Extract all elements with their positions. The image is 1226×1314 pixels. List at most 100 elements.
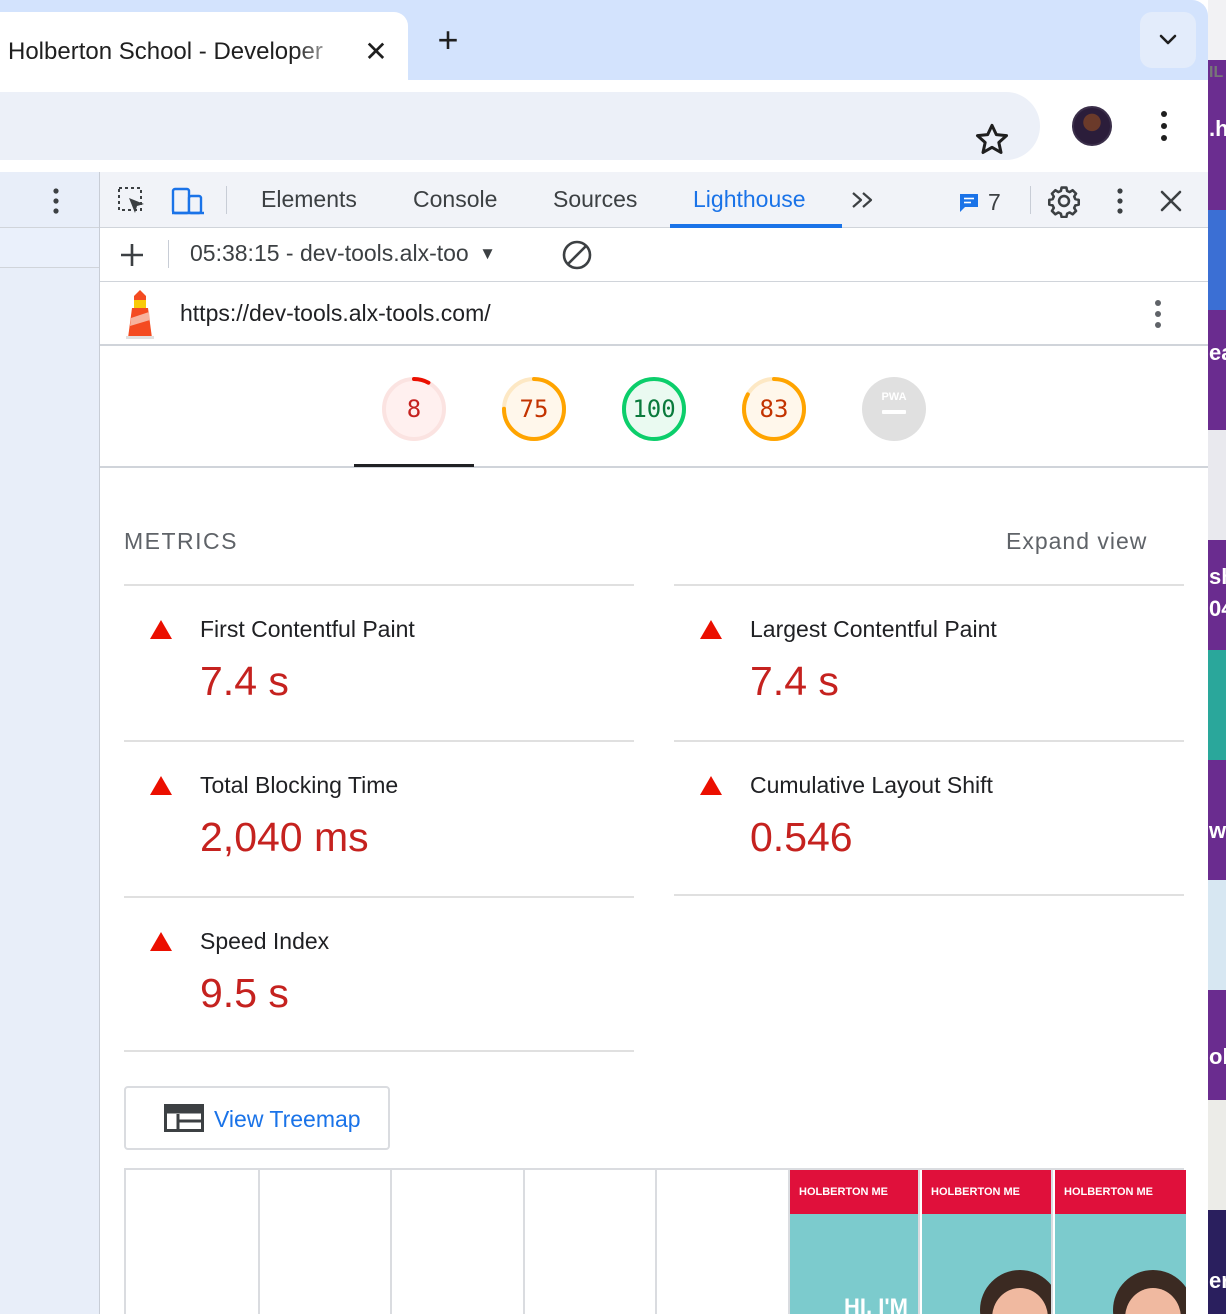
metric-total-blocking-time: Total Blocking Time 2,040 ms bbox=[124, 742, 604, 872]
close-devtools-icon[interactable] bbox=[1158, 188, 1184, 214]
bg-block bbox=[1208, 880, 1226, 990]
metric-value: 9.5 s bbox=[200, 970, 289, 1016]
tab-elements[interactable]: Elements bbox=[261, 186, 357, 213]
gauge-score: 8 bbox=[406, 395, 422, 423]
tab-close-icon[interactable]: ✕ bbox=[360, 36, 392, 68]
filmstrip-frame-screenshot: HOLBERTON ME bbox=[1055, 1170, 1186, 1314]
metric-cumulative-layout-shift: Cumulative Layout Shift 0.546 bbox=[674, 742, 1154, 872]
metric-value: 0.546 bbox=[750, 814, 853, 860]
lighthouse-logo-icon bbox=[126, 290, 154, 339]
more-tabs-icon[interactable] bbox=[850, 190, 876, 210]
report-url: https://dev-tools.alx-tools.com/ bbox=[180, 300, 491, 326]
bg-block bbox=[1208, 540, 1226, 650]
bg-fragment: wi bbox=[1209, 818, 1226, 843]
pwa-badge-text: PWA bbox=[881, 391, 906, 403]
site-header-text: HOLBERTON ME bbox=[931, 1186, 1021, 1198]
filmstrip-frame bbox=[525, 1170, 657, 1314]
filmstrip-frame bbox=[392, 1170, 525, 1314]
accessibility-gauge[interactable]: 75 bbox=[501, 376, 567, 442]
bg-block bbox=[1208, 0, 1226, 60]
inspect-element-icon[interactable] bbox=[116, 185, 148, 217]
seo-gauge[interactable]: 83 bbox=[741, 376, 807, 442]
bookmark-star-icon[interactable] bbox=[972, 120, 1012, 160]
left-pane-row bbox=[0, 228, 99, 268]
active-gauge-indicator bbox=[354, 464, 474, 467]
metric-value: 7.4 s bbox=[750, 658, 839, 704]
bg-fragment: ol bbox=[1209, 1044, 1226, 1069]
bg-block bbox=[1208, 650, 1226, 760]
browser-tab-active[interactable]: Holberton School - Developer ✕ bbox=[0, 12, 408, 82]
metric-name: Total Blocking Time bbox=[200, 772, 399, 798]
settings-gear-icon[interactable] bbox=[1047, 184, 1081, 218]
report-selector[interactable]: 05:38:15 - dev-tools.alx-too ▼ bbox=[190, 240, 496, 267]
performance-gauge[interactable]: 8 bbox=[381, 376, 447, 442]
tab-sources[interactable]: Sources bbox=[553, 186, 637, 213]
issues-count: 7 bbox=[988, 189, 1001, 215]
bg-block bbox=[1208, 90, 1226, 210]
filmstrip-frame-screenshot: HOLBERTON ME HI, I'M bbox=[790, 1170, 920, 1314]
fail-triangle-icon bbox=[700, 776, 722, 795]
site-greeting: HI, I'M bbox=[844, 1294, 908, 1314]
tab-lighthouse[interactable]: Lighthouse bbox=[693, 186, 806, 213]
gauge-score: 75 bbox=[519, 395, 549, 423]
bg-block bbox=[1208, 1210, 1226, 1314]
filmstrip-frame bbox=[657, 1170, 790, 1314]
filmstrip-frame bbox=[260, 1170, 392, 1314]
site-header-text: HOLBERTON ME bbox=[799, 1186, 889, 1198]
bg-fragment: ea bbox=[1209, 340, 1226, 365]
tab-console[interactable]: Console bbox=[413, 186, 497, 213]
devtools-left-pane bbox=[0, 172, 100, 1314]
bg-fragment: IL bbox=[1209, 64, 1224, 81]
site-header: HOLBERTON ME bbox=[1055, 1170, 1186, 1214]
more-options-icon[interactable] bbox=[44, 186, 68, 216]
fail-triangle-icon bbox=[150, 776, 172, 795]
bg-fragment: .h bbox=[1209, 116, 1226, 141]
device-toolbar-icon[interactable] bbox=[170, 185, 206, 217]
bg-fragment: 04 bbox=[1209, 596, 1226, 621]
metric-speed-index: Speed Index 9.5 s bbox=[124, 898, 604, 1028]
devtools-menu-icon[interactable] bbox=[1108, 186, 1132, 216]
metric-name: First Contentful Paint bbox=[200, 616, 415, 642]
best-practices-gauge[interactable]: 100 bbox=[621, 376, 687, 442]
metrics-heading: METRICS bbox=[124, 528, 238, 554]
background-window-strip: IL .h ea sh 04 wi ol er bbox=[1208, 0, 1226, 1314]
site-header: HOLBERTON ME bbox=[922, 1170, 1051, 1214]
chevron-down-icon bbox=[1159, 34, 1177, 45]
report-url-bar: https://dev-tools.alx-tools.com/ bbox=[100, 282, 1208, 346]
site-header-text: HOLBERTON ME bbox=[1064, 1186, 1154, 1198]
fail-triangle-icon bbox=[150, 932, 172, 951]
tab-search-button[interactable] bbox=[1140, 12, 1196, 68]
left-pane-toolbar bbox=[0, 172, 99, 228]
pwa-badge-icon: PWA bbox=[862, 377, 926, 441]
lighthouse-report-toolbar: 05:38:15 - dev-tools.alx-too ▼ bbox=[100, 228, 1208, 282]
devtools-toolbar: Elements Console Sources Lighthouse 7 bbox=[100, 172, 1208, 228]
fail-triangle-icon bbox=[700, 620, 722, 639]
dropdown-arrow-icon: ▼ bbox=[479, 244, 496, 263]
profile-avatar[interactable] bbox=[1072, 106, 1112, 146]
new-tab-button[interactable]: + bbox=[428, 22, 468, 58]
browser-menu-icon[interactable] bbox=[1150, 108, 1178, 144]
pwa-gauge[interactable]: PWA bbox=[861, 376, 927, 442]
view-treemap-button[interactable]: View Treemap bbox=[124, 1086, 390, 1150]
issues-counter[interactable]: 7 bbox=[958, 186, 1018, 216]
site-header: HOLBERTON ME bbox=[790, 1170, 918, 1214]
browser-toolbar bbox=[0, 80, 1208, 172]
metric-value: 7.4 s bbox=[200, 658, 289, 704]
tab-title: Holberton School - Developer bbox=[8, 38, 323, 65]
address-bar[interactable] bbox=[0, 92, 1040, 160]
toolbar-separator bbox=[168, 240, 169, 268]
report-menu-icon[interactable] bbox=[1146, 298, 1170, 330]
bg-fragment: sh bbox=[1209, 564, 1226, 589]
treemap-icon bbox=[164, 1104, 204, 1132]
clear-reports-icon[interactable] bbox=[560, 238, 594, 272]
metric-value: 2,040 ms bbox=[200, 814, 369, 860]
bg-block bbox=[1208, 430, 1226, 540]
expand-view-toggle[interactable]: Expand view bbox=[1006, 528, 1147, 555]
toolbar-separator bbox=[226, 186, 227, 214]
score-gauges: 8 75 100 83 PWA bbox=[100, 346, 1208, 468]
fail-triangle-icon bbox=[150, 620, 172, 639]
metric-divider bbox=[124, 1050, 634, 1052]
filmstrip: HOLBERTON ME HI, I'M HOLBERTON ME HOLBER… bbox=[124, 1168, 1186, 1314]
new-report-plus-icon[interactable] bbox=[118, 241, 146, 269]
gauge-score: 100 bbox=[632, 395, 676, 423]
